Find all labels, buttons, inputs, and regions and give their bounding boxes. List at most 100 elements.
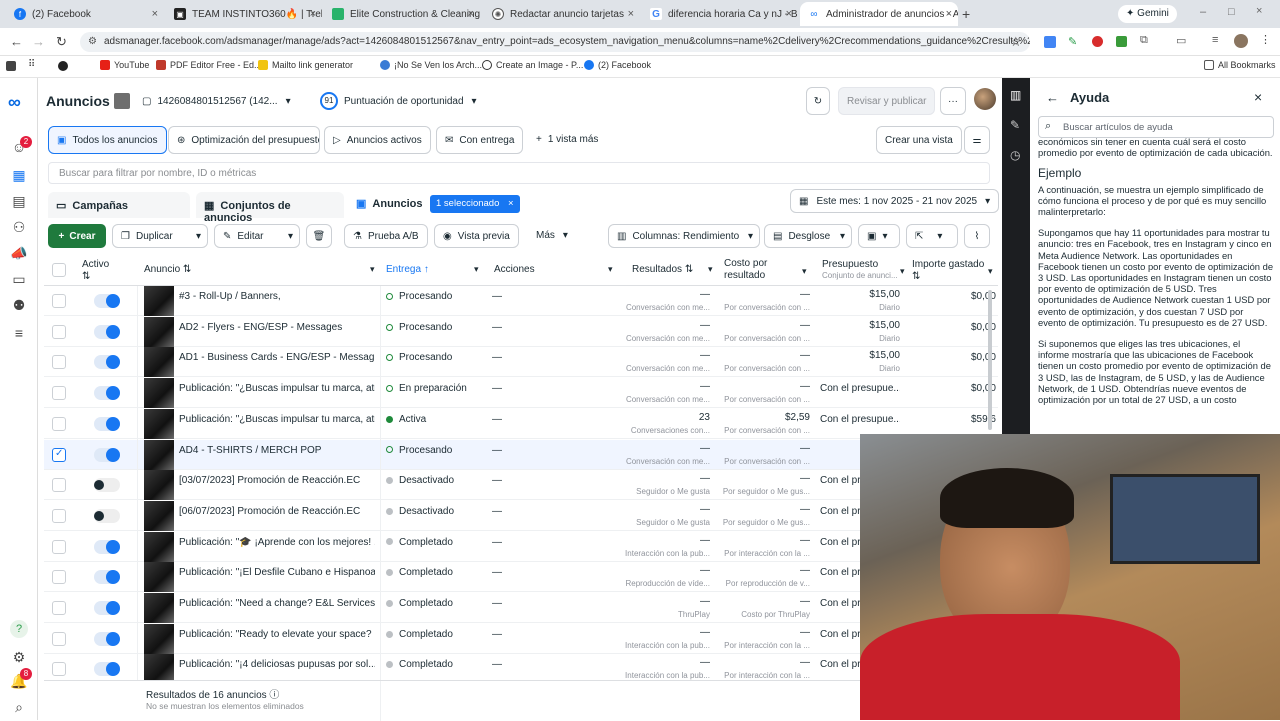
- search-icon[interactable]: ⌕: [10, 698, 28, 716]
- row-checkbox[interactable]: [52, 539, 66, 554]
- apps-grid-icon[interactable]: ⠿: [28, 59, 35, 70]
- breakdown-button[interactable]: ▤ Desglose ▾: [764, 224, 852, 248]
- header-chevron-icon[interactable]: ▾: [370, 264, 375, 275]
- megaphone-icon[interactable]: 📣: [10, 244, 28, 262]
- view-settings-button[interactable]: ⚌: [964, 126, 990, 154]
- view-tab-budget[interactable]: ⊛ Optimización del presupuesto: [168, 126, 320, 154]
- preview-button[interactable]: ◉ Vista previa: [434, 224, 519, 248]
- table-row[interactable]: Publicación: "Ready to elevate your spac…: [44, 623, 998, 654]
- header-chevron-icon[interactable]: ▾: [608, 264, 613, 275]
- row-checkbox[interactable]: [52, 601, 66, 615]
- account-selector[interactable]: ▢ 1426084801512567 (142... ▾: [114, 90, 291, 112]
- bookmark-create-image[interactable]: Create an Image - P...: [482, 60, 583, 70]
- browser-menu-icon[interactable]: ⋮: [1260, 33, 1271, 46]
- row-checkbox[interactable]: [52, 508, 66, 523]
- people-icon[interactable]: ⚉: [10, 296, 28, 314]
- row-checkbox[interactable]: [52, 478, 66, 493]
- row-checkbox[interactable]: [52, 324, 66, 339]
- more-actions-button[interactable]: Más ▾: [536, 230, 568, 241]
- audiences-icon[interactable]: ⚇: [10, 218, 28, 236]
- header-chevron-icon[interactable]: ▾: [900, 266, 905, 277]
- row-checkbox[interactable]: [52, 662, 66, 677]
- table-icon[interactable]: ▦: [10, 166, 28, 184]
- active-toggle[interactable]: [94, 386, 120, 401]
- ad-name[interactable]: AD1 - Business Cards - ENG/ESP - Messag.…: [179, 352, 375, 363]
- create-button[interactable]: + Crear: [48, 224, 106, 248]
- active-toggle[interactable]: [94, 324, 120, 339]
- reports-icon[interactable]: ▤: [10, 192, 28, 210]
- active-toggle[interactable]: [94, 601, 120, 615]
- more-options-button[interactable]: ···: [940, 87, 966, 115]
- level-tab-adsets[interactable]: ▦ Conjuntos de anuncios: [196, 192, 344, 224]
- export-button[interactable]: ⇱ ▾: [906, 224, 958, 248]
- table-row[interactable]: AD2 - Flyers - ENG/ESP - Messages Procesa…: [44, 316, 998, 347]
- extension-green-icon[interactable]: [1116, 36, 1127, 47]
- browser-tab[interactable]: ▣ TEAM INSTINTO360🔥 | Trello ×: [166, 2, 322, 26]
- header-actions[interactable]: Acciones: [494, 264, 535, 275]
- active-toggle[interactable]: [94, 478, 120, 493]
- close-icon[interactable]: ×: [508, 198, 514, 209]
- row-checkbox[interactable]: [52, 631, 66, 646]
- pencil-icon[interactable]: ✎: [1010, 118, 1020, 132]
- browser-tab-active[interactable]: ∞ Administrador de anuncios - Ac ×: [800, 2, 958, 26]
- ad-name[interactable]: Publicación: "¡4 deliciosas pupusas por …: [179, 659, 375, 670]
- header-chevron-icon[interactable]: ▾: [802, 266, 807, 277]
- delete-button[interactable]: 🗑: [306, 224, 332, 248]
- header-results[interactable]: Resultados ⇅: [632, 264, 693, 275]
- row-checkbox[interactable]: ✓: [52, 447, 66, 462]
- review-publish-button[interactable]: Revisar y publicar: [838, 87, 936, 115]
- site-info-icon[interactable]: ⚙: [88, 36, 97, 47]
- header-cost[interactable]: Costo por resultado: [724, 258, 800, 282]
- header-budget[interactable]: Presupuesto Conjunto de anunci...: [822, 259, 898, 281]
- translate-icon[interactable]: [1044, 36, 1056, 48]
- create-view-button[interactable]: Crear una vista: [876, 126, 962, 154]
- row-checkbox[interactable]: [52, 386, 66, 401]
- close-icon[interactable]: ×: [946, 8, 952, 20]
- github-icon[interactable]: [58, 61, 68, 71]
- row-checkbox[interactable]: [52, 294, 66, 308]
- row-checkbox[interactable]: [52, 355, 66, 370]
- new-tab-icon[interactable]: +: [962, 6, 970, 22]
- history-icon[interactable]: ◷: [1010, 148, 1020, 162]
- close-icon[interactable]: ×: [468, 8, 474, 20]
- cast-icon[interactable]: ▭: [1176, 34, 1186, 47]
- close-icon[interactable]: ×: [310, 8, 316, 20]
- close-icon[interactable]: ×: [628, 8, 634, 20]
- table-row[interactable]: [06/07/2023] Promoción de Reacción.EC Des…: [44, 500, 998, 531]
- columns-button[interactable]: ▥ Columnas: Rendimiento ▾: [608, 224, 760, 248]
- header-active[interactable]: Activo ⇅: [82, 259, 109, 283]
- row-checkbox[interactable]: [52, 570, 66, 585]
- close-icon[interactable]: ×: [1254, 89, 1262, 105]
- ad-name[interactable]: Publicación: "Ready to elevate your spac…: [179, 629, 375, 640]
- back-icon[interactable]: ←: [1046, 90, 1059, 105]
- select-all-checkbox[interactable]: [52, 263, 66, 277]
- ad-name[interactable]: #3 - Roll-Up / Banners,: [179, 291, 375, 302]
- header-ad[interactable]: Anuncio ⇅: [144, 264, 191, 275]
- bookmark-pdf-editor[interactable]: PDF Editor Free - Ed...: [156, 60, 262, 70]
- billing-icon[interactable]: ▭: [10, 270, 28, 288]
- active-toggle[interactable]: [94, 355, 120, 370]
- browser-tab[interactable]: G diferencia horaria Ca y nJ - Bus ×: [642, 2, 798, 26]
- more-views-button[interactable]: +1 vista más: [536, 134, 598, 145]
- bookmark-archivos[interactable]: ¡No Se Ven los Arch...: [380, 60, 482, 70]
- reports-button[interactable]: ▣ ▾: [858, 224, 900, 248]
- minimize-icon[interactable]: –: [1200, 6, 1206, 18]
- profile-avatar-icon[interactable]: [1234, 34, 1248, 48]
- search-input[interactable]: Buscar para filtrar por nombre, ID o mét…: [48, 162, 990, 184]
- table-row[interactable]: #3 - Roll-Up / Banners, Procesando — — Conve…: [44, 286, 998, 316]
- vertical-scrollbar[interactable]: [988, 290, 992, 430]
- active-toggle[interactable]: [94, 631, 120, 646]
- ad-name[interactable]: [06/07/2023] Promoción de Reacción.EC: [179, 506, 375, 517]
- gemini-button[interactable]: ✦ Gemini: [1118, 5, 1177, 23]
- help-icon[interactable]: ?: [10, 620, 28, 638]
- refresh-button[interactable]: ↻: [806, 87, 830, 115]
- table-row[interactable]: [03/07/2023] Promoción de Reacción.EC Des…: [44, 470, 998, 501]
- settings-icon[interactable]: ⚙: [10, 648, 28, 666]
- ad-name[interactable]: [03/07/2023] Promoción de Reacción.EC: [179, 475, 375, 486]
- browser-tab[interactable]: Elite Construction & Cleaning | ×: [324, 2, 480, 26]
- bar-chart-icon[interactable]: ▥: [1010, 88, 1021, 102]
- view-tab-delivery[interactable]: ✉ Con entrega: [436, 126, 524, 154]
- edit-button[interactable]: ✎ Editar ▾: [214, 224, 300, 248]
- level-tab-campaigns[interactable]: ▭ Campañas: [48, 192, 190, 218]
- bookmark-facebook[interactable]: (2) Facebook: [584, 60, 651, 70]
